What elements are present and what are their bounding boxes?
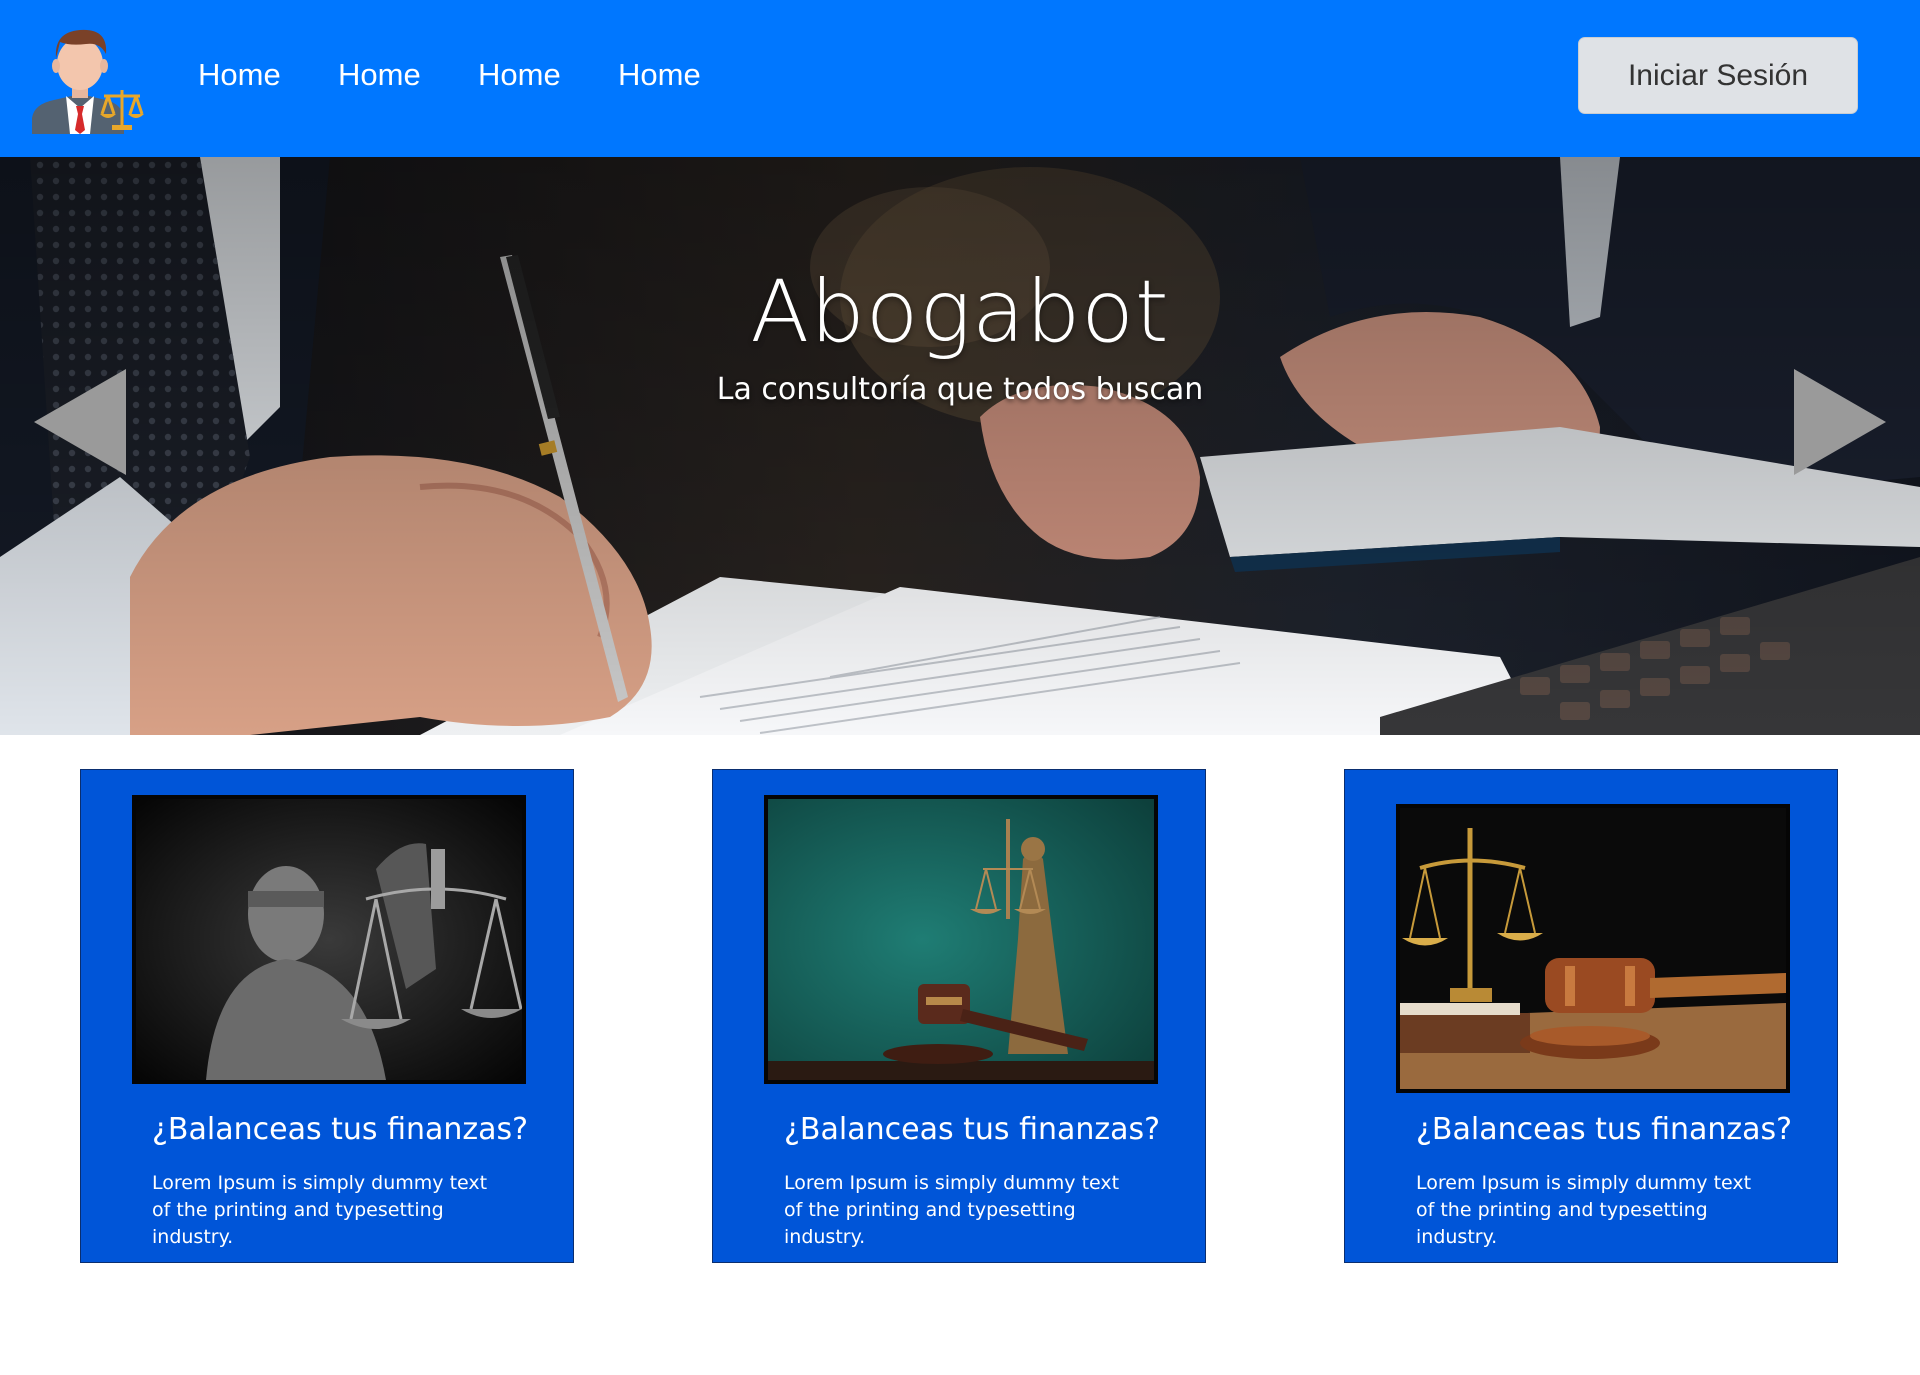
nav-link-home-4[interactable]: Home bbox=[618, 53, 701, 97]
login-button[interactable]: Iniciar Sesión bbox=[1578, 37, 1858, 114]
card-title: ¿Balanceas tus finanzas? bbox=[784, 1112, 1161, 1147]
card-text: Lorem Ipsum is simply dummy text of the … bbox=[152, 1172, 488, 1248]
card-text: Lorem Ipsum is simply dummy text of the … bbox=[784, 1172, 1120, 1248]
nav-link-home-3[interactable]: Home bbox=[478, 53, 561, 97]
hero-carousel: Abogabot La consultoría que todos buscan bbox=[0, 157, 1920, 735]
feature-card-2[interactable]: ¿Balanceas tus finanzas? Lorem Ipsum is … bbox=[712, 769, 1206, 1263]
top-navbar: Home Home Home Home Iniciar Sesión bbox=[0, 0, 1920, 157]
nav-link-home-2[interactable]: Home bbox=[338, 53, 421, 97]
card-text: Lorem Ipsum is simply dummy text of the … bbox=[1416, 1172, 1752, 1248]
card-image-scales-gavel bbox=[1396, 804, 1790, 1093]
lawyer-logo-icon[interactable] bbox=[30, 22, 146, 134]
nav-link-home-1[interactable]: Home bbox=[198, 53, 281, 97]
card-title: ¿Balanceas tus finanzas? bbox=[152, 1112, 529, 1147]
card-title: ¿Balanceas tus finanzas? bbox=[1416, 1112, 1793, 1147]
hero-subtitle: La consultoría que todos buscan bbox=[716, 372, 1204, 407]
carousel-prev-icon[interactable] bbox=[34, 369, 126, 475]
carousel-next-icon[interactable] bbox=[1794, 369, 1886, 475]
feature-card-1[interactable]: ¿Balanceas tus finanzas? Lorem Ipsum is … bbox=[80, 769, 574, 1263]
feature-card-3[interactable]: ¿Balanceas tus finanzas? Lorem Ipsum is … bbox=[1344, 769, 1838, 1263]
hero-title: Abogabot bbox=[750, 262, 1170, 362]
hero-background-photo bbox=[0, 157, 1920, 735]
card-image-lady-justice bbox=[132, 795, 526, 1084]
card-image-justice-statue bbox=[764, 795, 1158, 1084]
